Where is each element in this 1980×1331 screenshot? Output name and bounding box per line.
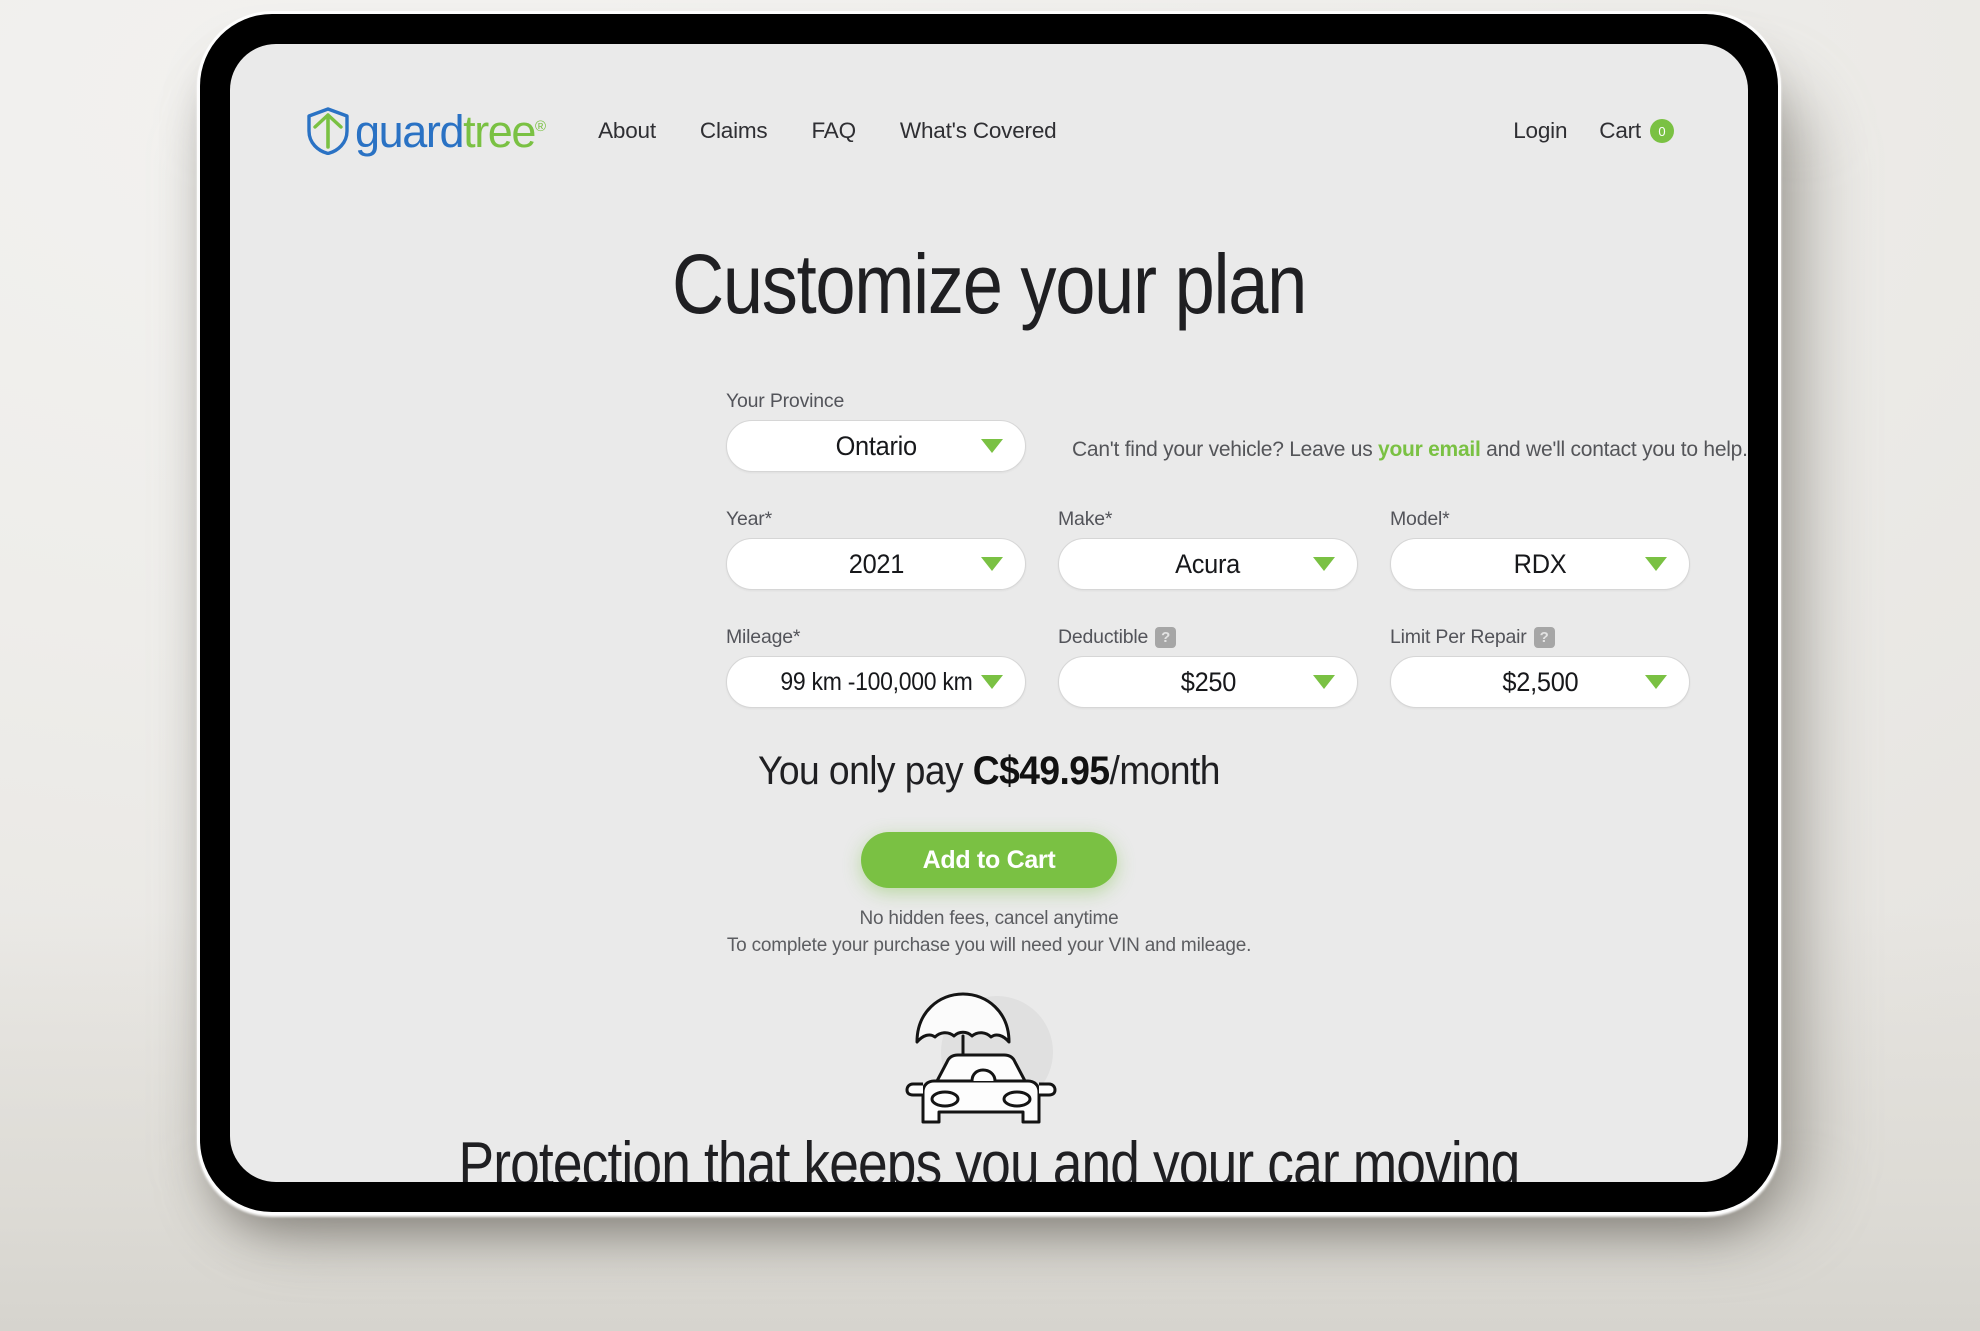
help-question-icon[interactable]: ? xyxy=(1155,627,1177,648)
nav-item-claims[interactable]: Claims xyxy=(700,118,768,144)
cart-count-badge: 0 xyxy=(1650,119,1674,143)
brand-logo[interactable]: guardtree® xyxy=(306,107,546,155)
deductible-field: Deductible ? $250 xyxy=(1058,626,1358,708)
add-to-cart-button[interactable]: Add to Cart xyxy=(861,832,1117,888)
limit-per-repair-field: Limit Per Repair ? $2,500 xyxy=(1390,626,1690,708)
province-select[interactable]: Ontario xyxy=(726,420,1026,472)
cta-container: Add to Cart xyxy=(230,832,1748,888)
limit-per-repair-value: $2,500 xyxy=(1502,666,1578,697)
chevron-down-icon xyxy=(1645,557,1667,571)
nav-item-faq[interactable]: FAQ xyxy=(811,118,856,144)
model-value: RDX xyxy=(1513,548,1567,579)
nav-item-whats-covered[interactable]: What's Covered xyxy=(900,118,1057,144)
illustration-container xyxy=(230,986,1748,1126)
mileage-value: 99 km -100,000 km xyxy=(779,667,973,696)
province-row: Your Province Ontario Can't find your ve… xyxy=(726,390,1748,472)
footer-headline: Protection that keeps you and your car m… xyxy=(458,1130,1521,1183)
deductible-label: Deductible xyxy=(1058,626,1149,648)
helper-text-after: and we'll contact you to help. xyxy=(1480,438,1748,461)
purchase-fineprint: No hidden fees, cancel anytime To comple… xyxy=(230,906,1748,960)
make-select[interactable]: Acura xyxy=(1058,538,1358,590)
price-summary: You only pay C$49.95/month xyxy=(283,749,1695,794)
tablet-screen: guardtree® About Claims FAQ What's Cover… xyxy=(230,44,1748,1182)
brand-word-part2: tree xyxy=(463,105,536,157)
vehicle-not-found-helper: Can't find your vehicle? Leave us your e… xyxy=(1072,438,1748,462)
province-value: Ontario xyxy=(835,430,917,461)
model-field: Model* RDX xyxy=(1390,508,1690,590)
chevron-down-icon xyxy=(981,557,1003,571)
limit-per-repair-label: Limit Per Repair xyxy=(1390,626,1527,648)
login-link[interactable]: Login xyxy=(1513,118,1567,144)
main-navigation: About Claims FAQ What's Covered xyxy=(598,118,1057,144)
deductible-select[interactable]: $250 xyxy=(1058,656,1358,708)
brand-word-part1: guard xyxy=(355,105,464,157)
limit-per-repair-label-row: Limit Per Repair ? xyxy=(1390,626,1690,649)
chevron-down-icon xyxy=(1645,675,1667,689)
deductible-value: $250 xyxy=(1180,666,1236,697)
chevron-down-icon xyxy=(1313,557,1335,571)
vehicle-row: Year* 2021 Make* Acura Model* RDX xyxy=(726,508,1726,590)
plan-customizer-form: Your Province Ontario Can't find your ve… xyxy=(726,390,1748,708)
help-question-icon[interactable]: ? xyxy=(1533,627,1555,648)
mileage-select[interactable]: 99 km -100,000 km xyxy=(726,656,1026,708)
make-value: Acura xyxy=(1175,548,1241,579)
cart-link[interactable]: Cart 0 xyxy=(1599,118,1674,144)
your-email-link[interactable]: your email xyxy=(1378,438,1481,461)
year-field: Year* 2021 xyxy=(726,508,1026,590)
mileage-label: Mileage* xyxy=(726,626,801,648)
make-field: Make* Acura xyxy=(1058,508,1358,590)
chevron-down-icon xyxy=(981,439,1003,453)
year-label: Year* xyxy=(726,508,772,530)
chevron-down-icon xyxy=(981,675,1003,689)
province-label: Your Province xyxy=(726,390,845,412)
helper-text-before: Can't find your vehicle? Leave us xyxy=(1072,438,1379,461)
tablet-device-frame: guardtree® About Claims FAQ What's Cover… xyxy=(200,14,1778,1212)
chevron-down-icon xyxy=(1313,675,1335,689)
year-select[interactable]: 2021 xyxy=(726,538,1026,590)
fineprint-line-1: No hidden fees, cancel anytime xyxy=(859,908,1119,929)
page-title: Customize your plan xyxy=(672,237,1307,331)
site-header: guardtree® About Claims FAQ What's Cover… xyxy=(230,96,1748,166)
brand-wordmark: guardtree® xyxy=(355,109,546,154)
province-field: Your Province Ontario xyxy=(726,390,1026,472)
coverage-row: Mileage* 99 km -100,000 km Deductible ? … xyxy=(726,626,1726,708)
deductible-label-row: Deductible ? xyxy=(1058,626,1358,649)
shield-tree-logo-icon xyxy=(307,107,349,155)
price-prefix: You only pay xyxy=(758,749,973,793)
price-amount: C$49.95 xyxy=(972,749,1110,793)
nav-item-about[interactable]: About xyxy=(598,118,656,144)
fineprint-line-2: To complete your purchase you will need … xyxy=(726,934,1252,956)
year-value: 2021 xyxy=(848,548,904,579)
cart-label: Cart xyxy=(1599,118,1641,143)
registered-trademark-icon: ® xyxy=(535,117,547,135)
price-suffix: /month xyxy=(1109,749,1221,793)
mileage-field: Mileage* 99 km -100,000 km xyxy=(726,626,1026,708)
car-with-umbrella-icon xyxy=(905,992,1057,1124)
make-label: Make* xyxy=(1058,508,1113,530)
model-select[interactable]: RDX xyxy=(1390,538,1690,590)
limit-per-repair-select[interactable]: $2,500 xyxy=(1390,656,1690,708)
model-label: Model* xyxy=(1390,508,1450,530)
header-actions: Login Cart 0 xyxy=(1513,118,1674,144)
